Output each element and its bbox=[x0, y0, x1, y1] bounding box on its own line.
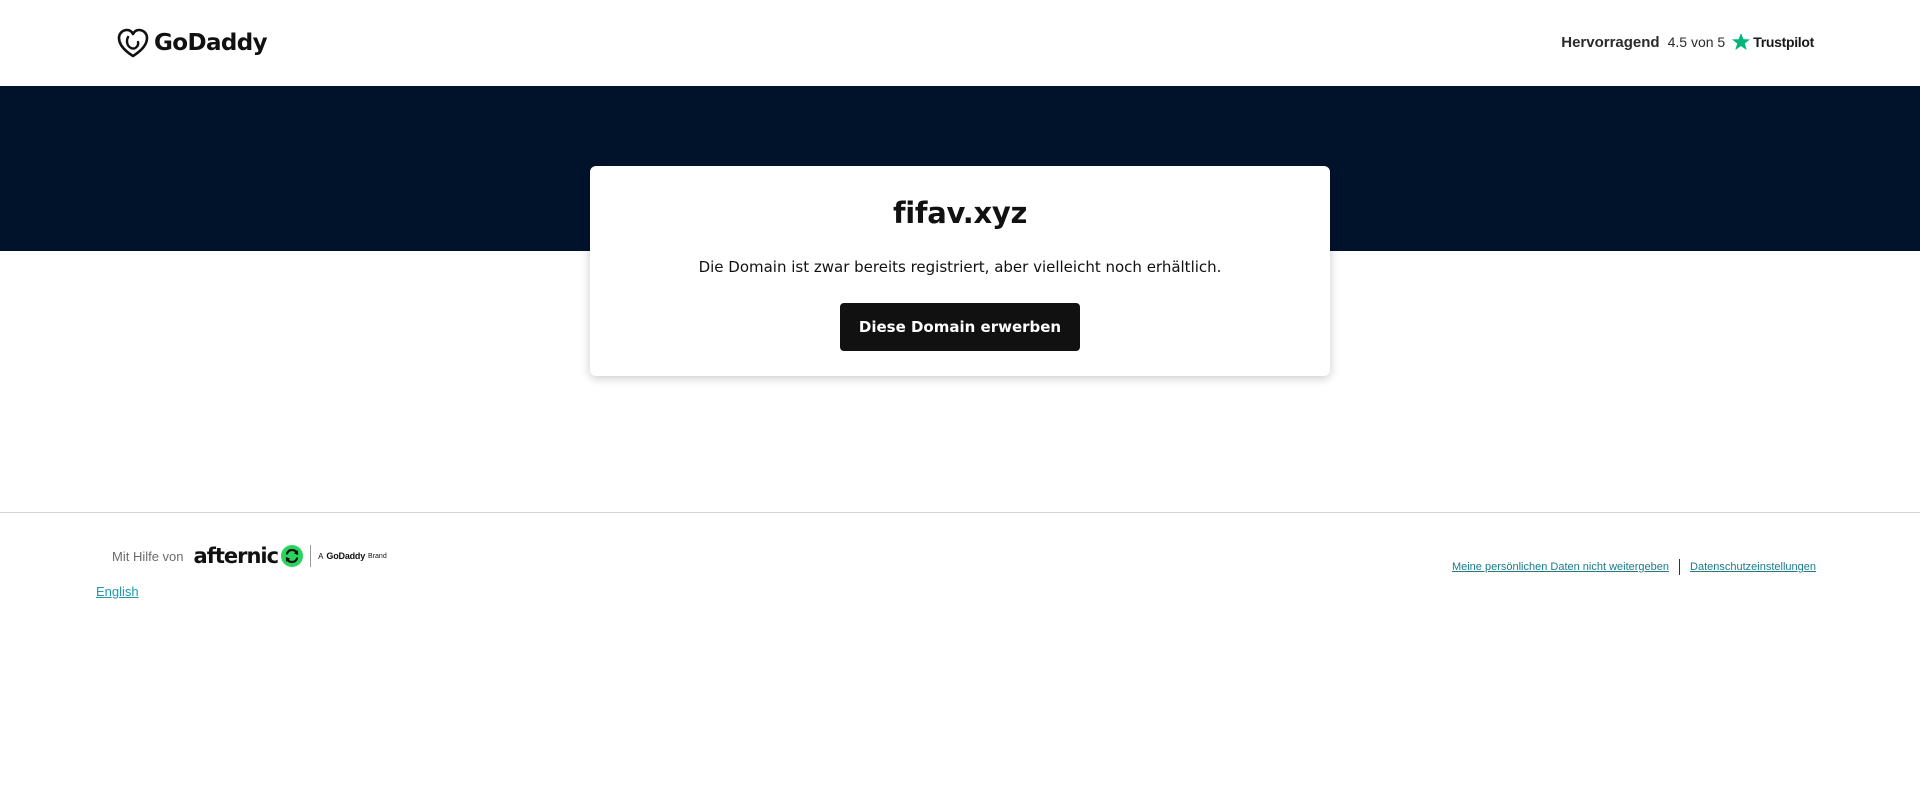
godaddy-logo[interactable]: GoDaddy bbox=[116, 27, 268, 59]
afternic-refresh-icon bbox=[281, 545, 304, 567]
godaddy-heart-logo-icon bbox=[117, 28, 149, 58]
footer-links: Meine persönlichen Daten nicht weitergeb… bbox=[1452, 558, 1816, 576]
brand-godaddy: GoDaddy bbox=[326, 551, 366, 561]
brand-name: GoDaddy bbox=[154, 30, 268, 56]
privacy-settings-link[interactable]: Datenschutzeinstellungen bbox=[1690, 561, 1816, 573]
buy-domain-button[interactable]: Diese Domain erwerben bbox=[840, 303, 1080, 351]
trustpilot-label: Trustpilot bbox=[1753, 34, 1814, 50]
brand-divider bbox=[310, 545, 312, 567]
site-header: GoDaddy Hervorragend 4.5 von 5 Trustpilo… bbox=[0, 0, 1920, 86]
brand-prefix: A bbox=[318, 551, 324, 561]
do-not-sell-link[interactable]: Meine persönlichen Daten nicht weitergeb… bbox=[1452, 561, 1669, 573]
star-icon bbox=[1732, 33, 1751, 50]
trustpilot-rating[interactable]: Hervorragend 4.5 von 5 Trustpilot bbox=[1561, 30, 1814, 54]
domain-description: Die Domain ist zwar bereits registriert,… bbox=[698, 258, 1222, 276]
powered-by: Mit Hilfe von afternic A GoDaddy Brand bbox=[112, 542, 387, 570]
footer-divider bbox=[0, 512, 1920, 513]
rating-word: Hervorragend bbox=[1561, 33, 1660, 51]
domain-card: fifav.xyz Die Domain ist zwar bereits re… bbox=[590, 166, 1330, 376]
powered-label: Mit Hilfe von bbox=[112, 548, 184, 564]
footer-link-separator bbox=[1679, 559, 1681, 575]
afternic-logo-text: afternic bbox=[193, 544, 280, 568]
language-link-english[interactable]: English bbox=[96, 584, 139, 599]
domain-name: fifav.xyz bbox=[892, 196, 1028, 230]
rating-score: 4.5 von 5 bbox=[1667, 34, 1726, 50]
brand-suffix: Brand bbox=[368, 552, 387, 560]
